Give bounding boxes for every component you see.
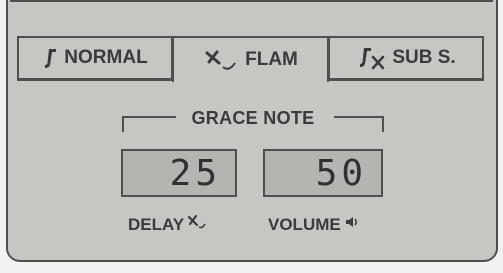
volume-display[interactable]: 50 (263, 149, 383, 197)
top-divider (10, 0, 493, 2)
grace-note-icon (42, 47, 58, 69)
delay-caption: DELAY (128, 214, 207, 235)
delay-display[interactable]: 25 (121, 149, 237, 197)
tab-normal-label: NORMAL (64, 47, 148, 68)
tab-sub-stroke[interactable]: SUB S. (328, 36, 484, 80)
volume-caption: VOLUME (268, 214, 360, 235)
flam-icon (203, 47, 239, 73)
delay-label: DELAY (128, 214, 185, 234)
mode-tabs: NORMAL FLAM SUB S. (17, 36, 484, 82)
volume-label: VOLUME (268, 214, 341, 234)
tab-flam[interactable]: FLAM (172, 36, 329, 82)
tab-sub-stroke-label: SUB S. (392, 47, 456, 68)
flam-icon (187, 214, 207, 235)
speaker-icon (344, 214, 360, 235)
tab-normal[interactable]: NORMAL (17, 36, 173, 80)
tab-flam-label: FLAM (245, 49, 298, 70)
sub-stroke-icon (356, 46, 386, 70)
grace-note-title: GRACE NOTE (191, 108, 315, 128)
